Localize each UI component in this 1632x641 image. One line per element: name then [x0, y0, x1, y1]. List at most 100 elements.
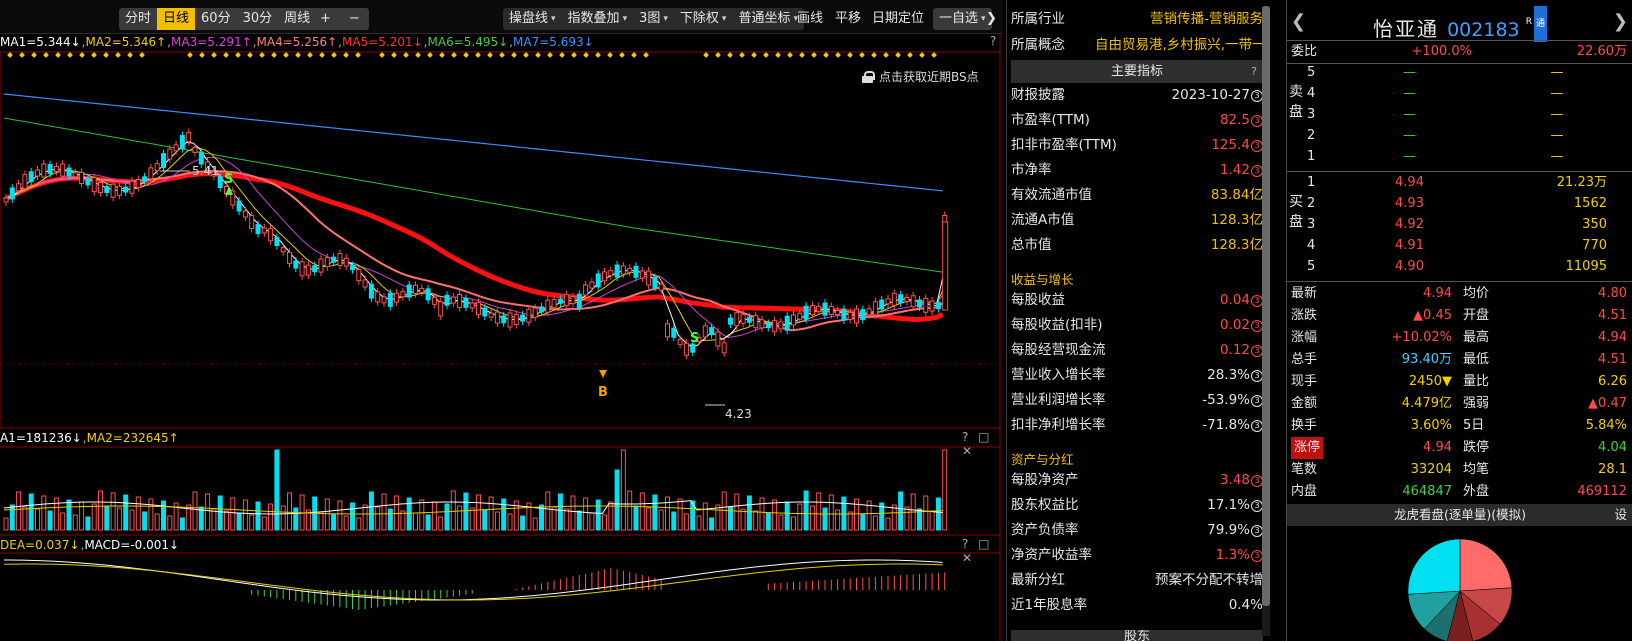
settings-button[interactable]: 设 — [1614, 504, 1627, 526]
order-book-row[interactable]: 2 — — — [1287, 125, 1632, 147]
candle-body — [929, 300, 935, 312]
volume-bar — [778, 514, 784, 531]
stat-value: 28.1 — [1598, 462, 1627, 477]
watchlist-group: 一自选 — [933, 8, 992, 30]
indicator-row[interactable]: 扣非净利增长率 -71.8% 3 — [1011, 412, 1263, 438]
volume-bar — [268, 503, 274, 531]
main-indicators-header[interactable]: 主要指标 ? — [1011, 60, 1263, 83]
volume-bar — [784, 501, 790, 531]
industry-value[interactable]: 营销传播-营销服务 — [1150, 6, 1263, 32]
coordinate-dropdown[interactable]: 普通坐标 — [732, 8, 804, 30]
indicator-row[interactable]: 市盈率(TTM) 82.5 3 — [1011, 107, 1263, 133]
index-overlay-dropdown[interactable]: 指数叠加 — [562, 8, 634, 30]
order-book-row[interactable]: 2 4.93 1562 — [1287, 193, 1632, 215]
period-tab-60min[interactable]: 60分 — [195, 8, 237, 30]
indicator-row[interactable]: 每股收益(扣非) 0.02 3 — [1011, 312, 1263, 338]
indicator-row[interactable]: 扣非市盈率(TTM) 125.4 3 — [1011, 132, 1263, 158]
period-tab-fenshi[interactable]: 分时 — [119, 8, 157, 30]
indicator-row[interactable]: 营业利润增长率 -53.9% 3 — [1011, 387, 1263, 413]
volume-panel-controls[interactable]: ? □ ✕ — [962, 430, 1003, 458]
signal-marker — [379, 52, 385, 58]
volume-bar — [501, 498, 507, 531]
candle-body — [66, 167, 72, 177]
disk-line-dropdown[interactable]: 操盘线 — [503, 8, 562, 30]
wei-bi-label: 委比 — [1291, 44, 1318, 59]
signal-marker — [343, 52, 349, 58]
indicator-row[interactable]: 每股经营现金流 0.12 3 — [1011, 337, 1263, 363]
indicator-row[interactable]: 每股收益 0.04 3 — [1011, 287, 1263, 313]
wei-cha-value: 22.60万 — [1576, 44, 1627, 59]
indicator-row[interactable]: 最新分红 预案不分配不转增 — [1011, 567, 1263, 593]
indicator-row[interactable]: 市净率 1.42 3 — [1011, 157, 1263, 183]
period-tab-daily[interactable]: 日线 — [157, 8, 196, 30]
volume-bar — [324, 498, 330, 531]
indicator-value-text: 1.42 — [1219, 162, 1250, 178]
candle-body — [885, 298, 891, 305]
book-price: 4.93 — [1395, 196, 1424, 211]
candle-body — [759, 319, 765, 329]
order-book-row[interactable]: 1 — — — [1287, 146, 1632, 168]
help-icon[interactable]: ? — [1251, 60, 1257, 83]
indicator-row[interactable]: 有效流通市值 83.84亿 — [1011, 182, 1263, 208]
signal-marker — [199, 52, 205, 58]
indicator-row[interactable]: 净资产收益率 1.3% 3 — [1011, 542, 1263, 568]
indicator-row[interactable]: 近1年股息率 0.4% — [1011, 592, 1263, 618]
scrollbar-thumb[interactable] — [1262, 6, 1270, 606]
indicator-value-text: 1.3% — [1215, 547, 1250, 563]
order-book-row[interactable]: 3 4.92 350 — [1287, 214, 1632, 236]
macd-panel-controls[interactable]: ? □ ✕ — [962, 537, 1003, 565]
candle-body — [28, 171, 34, 183]
indicator-label: 市盈率(TTM) — [1011, 112, 1090, 128]
indicator-row[interactable]: 营业收入增长率 28.3% 3 — [1011, 362, 1263, 388]
period-tab-30min[interactable]: 30分 — [237, 8, 279, 30]
rights-dropdown[interactable]: 下除权 — [674, 8, 733, 30]
candle-body — [60, 163, 66, 177]
candle-body — [331, 256, 337, 263]
concept-value[interactable]: 自由贸易港,乡村振兴,一带一... — [1095, 32, 1263, 58]
signal-marker — [439, 52, 445, 58]
indicator-row[interactable]: 财报披露 2023-10-27 3 — [1011, 82, 1263, 108]
draw-line-button[interactable]: 画线 — [797, 8, 823, 30]
order-book-row[interactable]: 3 — — — [1287, 104, 1632, 126]
signal-marker — [607, 52, 613, 58]
stat-label: 最低 — [1463, 352, 1490, 367]
pan-button[interactable]: 平移 — [835, 8, 861, 30]
rzrq-badge: R — [1525, 17, 1533, 27]
volume-bar — [22, 506, 28, 531]
bs-point-hint[interactable]: 点击获取近期BS点 — [862, 68, 979, 85]
candle-body — [721, 342, 727, 354]
candle-body — [627, 267, 633, 273]
signal-marker — [727, 52, 733, 58]
candle-body — [835, 310, 841, 316]
ma-legend-item: MA5=5.201↓ — [342, 35, 423, 49]
order-book-row[interactable]: 4 — — — [1287, 83, 1632, 105]
candle-body — [236, 200, 242, 212]
watchlist-dropdown[interactable]: 一自选 — [933, 8, 992, 30]
stat-value: 4.479亿 — [1401, 396, 1452, 411]
indicator-row[interactable]: 总市值 128.3亿 — [1011, 232, 1263, 258]
three-charts-dropdown[interactable]: 3图 — [633, 8, 674, 30]
candle-body — [557, 298, 563, 304]
shareholder-header[interactable]: 股东 — [1011, 630, 1263, 641]
volume-legend: A1=181236↓,MA2=232645↑ — [0, 431, 179, 445]
candle-body — [910, 295, 916, 308]
order-book-row[interactable]: 4 4.91 770 — [1287, 235, 1632, 257]
indicator-row[interactable]: 股东权益比 17.1% 3 — [1011, 492, 1263, 518]
candle-body — [665, 323, 670, 338]
indicator-row[interactable]: 资产负债率 79.9% 3 — [1011, 517, 1263, 543]
indicator-row[interactable]: 每股净资产 3.48 3 — [1011, 467, 1263, 493]
zoom-out-button[interactable]: − — [340, 8, 369, 30]
date-locate-button[interactable]: 日期定位 — [872, 8, 924, 30]
book-price: 4.90 — [1395, 259, 1424, 274]
order-book-row[interactable]: 5 — — — [1287, 62, 1632, 84]
chevron-right-icon[interactable]: ❯ — [986, 8, 997, 30]
info-scrollbar[interactable] — [1262, 6, 1270, 636]
zoom-in-button[interactable]: + — [311, 8, 340, 30]
order-book-row[interactable]: 5 4.90 11095 — [1287, 256, 1632, 278]
volume-bar — [633, 505, 639, 531]
candle-body — [450, 296, 456, 304]
indicator-row[interactable]: 流通A市值 128.3亿 — [1011, 207, 1263, 233]
book-level: 1 — [1307, 175, 1316, 190]
order-book-row[interactable]: 1 4.94 21.23万 — [1287, 172, 1632, 194]
help-icon[interactable]: ? — [990, 34, 999, 48]
